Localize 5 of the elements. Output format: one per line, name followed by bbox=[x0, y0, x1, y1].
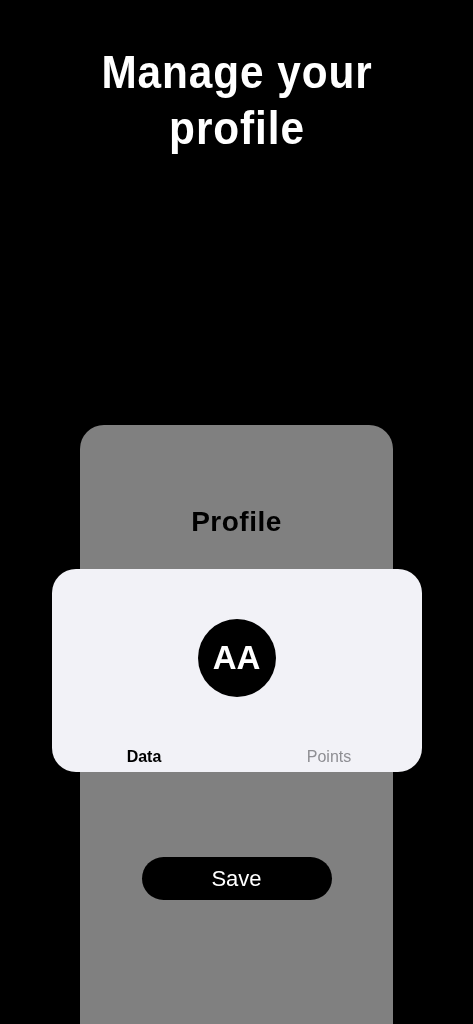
headline: Manage your profile bbox=[99, 45, 374, 156]
profile-title: Profile bbox=[191, 505, 282, 539]
avatar: AA bbox=[197, 619, 276, 697]
tab[interactable]: Data bbox=[126, 747, 162, 767]
save-button[interactable]: Save bbox=[141, 857, 332, 900]
